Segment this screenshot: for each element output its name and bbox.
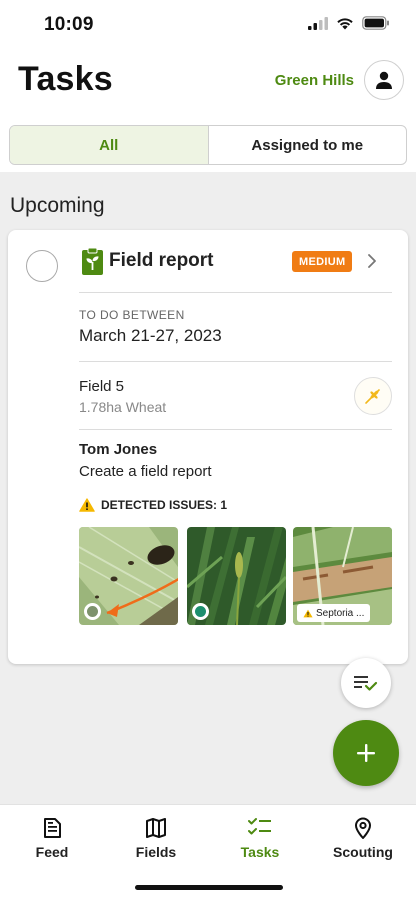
photo-thumbnail[interactable] [187, 527, 286, 625]
task-type-title: Field report [109, 250, 214, 271]
task-list-view-button[interactable] [341, 658, 391, 708]
photo-thumbnail[interactable] [79, 527, 178, 625]
disease-tag: Septoria ... [297, 604, 371, 622]
warning-icon [79, 498, 95, 512]
photo-status-done [192, 603, 209, 620]
disease-tag-label: Septoria ... [316, 607, 365, 619]
location-pin-icon [355, 817, 371, 839]
bottom-navigation: Feed Fields Tasks Scouting [0, 804, 416, 900]
field-details: 1.78ha Wheat [79, 399, 167, 415]
wheat-icon [365, 389, 380, 404]
wifi-icon [337, 17, 353, 29]
page-title: Tasks [18, 60, 113, 98]
profile-button[interactable] [364, 60, 404, 100]
warning-icon [303, 609, 313, 617]
nav-fields-label: Fields [135, 844, 177, 860]
nav-scouting[interactable]: Scouting [313, 817, 413, 860]
divider [79, 292, 392, 293]
nav-tasks[interactable]: Tasks [210, 817, 310, 860]
date-range: March 21-27, 2023 [79, 326, 222, 345]
task-card[interactable]: Field report MEDIUM TO DO BETWEEN March … [8, 230, 408, 664]
battery-icon [362, 16, 389, 30]
tab-all[interactable]: All [10, 126, 209, 164]
status-bar: 10:09 [0, 0, 416, 52]
photo-status-pending [84, 603, 101, 620]
feed-icon [44, 818, 61, 838]
nav-feed[interactable]: Feed [2, 817, 102, 860]
crop-button[interactable] [354, 377, 392, 415]
nav-feed-label: Feed [35, 844, 69, 860]
field-name: Field 5 [79, 378, 125, 395]
assignee-name: Tom Jones [79, 441, 158, 458]
add-task-button[interactable] [333, 720, 399, 786]
issues-label: DETECTED ISSUES: 1 [101, 498, 228, 512]
nav-fields[interactable]: Fields [106, 817, 206, 860]
task-complete-checkbox[interactable] [26, 250, 58, 282]
nav-tasks-label: Tasks [240, 844, 280, 860]
tasks-icon [248, 818, 271, 835]
task-description: Create a field report [79, 463, 212, 480]
photo-thumbnail[interactable]: Septoria ... [293, 527, 392, 625]
home-indicator[interactable] [135, 885, 283, 890]
clipboard-sprout-icon [82, 248, 103, 275]
divider [79, 361, 392, 362]
user-icon [376, 71, 392, 89]
detected-issues: DETECTED ISSUES: 1 [79, 498, 227, 512]
header: Tasks Green Hills All Assigned to me [0, 52, 416, 172]
farm-selector[interactable]: Green Hills [275, 72, 354, 89]
tab-assigned-to-me[interactable]: Assigned to me [209, 126, 407, 164]
map-icon [146, 818, 166, 838]
plus-icon [357, 744, 375, 762]
divider [79, 429, 392, 430]
list-check-icon [354, 676, 378, 691]
cellular-signal-icon [308, 16, 328, 30]
nav-scouting-label: Scouting [333, 844, 393, 860]
date-label: TO DO BETWEEN [79, 308, 185, 322]
filter-tabs: All Assigned to me [9, 125, 407, 165]
chevron-right-icon[interactable] [366, 252, 378, 270]
section-title: Upcoming [10, 194, 105, 217]
task-list-area[interactable]: Upcoming Field report MEDIUM TO DO BETWE… [0, 172, 416, 804]
status-time: 10:09 [44, 14, 94, 35]
status-icons [308, 16, 390, 30]
priority-badge: MEDIUM [292, 251, 353, 272]
